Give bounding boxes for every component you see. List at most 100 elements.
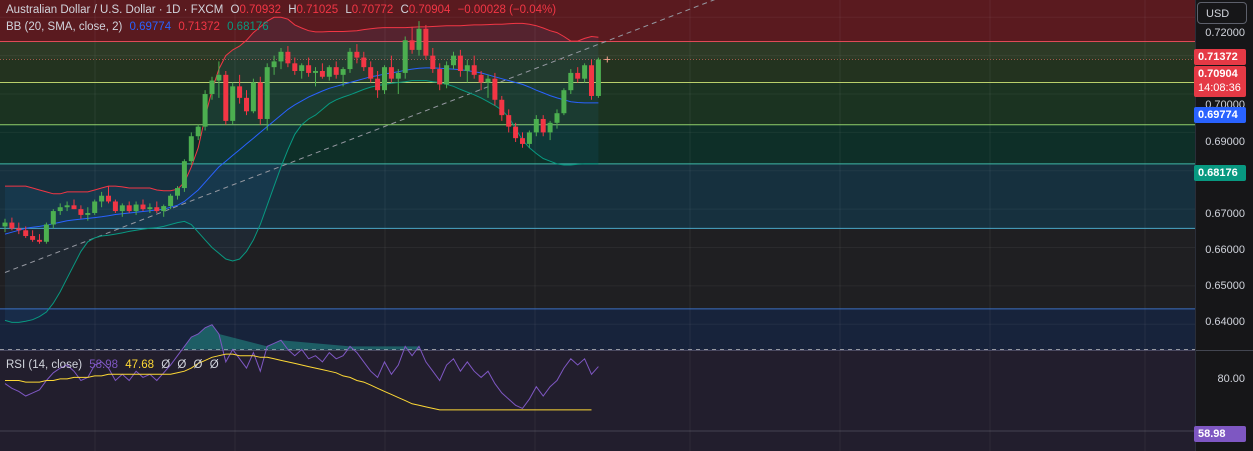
candle-body [2,222,8,227]
ohlc-low: L0.70772 [345,4,394,16]
candle-body [382,67,387,91]
candle-body [71,205,77,210]
last-price-value: 0.70904 [1198,68,1238,80]
candle-body [333,67,339,75]
candle-body [237,86,243,98]
candle-body [471,65,477,75]
candle-body [30,236,36,240]
candle-body [57,207,63,212]
candle-body [478,74,484,83]
candle-body [64,205,70,208]
candle [223,70,229,125]
candle-body [313,70,318,73]
candle-body [388,67,394,79]
candle-body [520,138,525,144]
candle [112,199,118,213]
ohlc-open: O0.70932 [230,4,282,16]
candle [382,65,387,95]
candle [589,59,594,100]
bb-upper-tag: 0.71372 [1194,49,1246,65]
candle-body [264,67,270,119]
candle-body [347,51,353,70]
candle-body [216,74,222,81]
ohlc-high: H0.71025 [288,4,339,16]
candle-body [306,65,312,73]
candle-body [568,72,574,91]
candle-body [78,209,84,215]
candle [402,36,408,79]
candle-body [423,28,429,56]
candle [181,159,187,192]
candle-body [319,70,325,77]
ohlc-close: C0.70904 [400,4,451,16]
candle-body [16,228,22,231]
candle-body [540,118,546,133]
candle-body [209,80,215,95]
candle-body [299,65,305,71]
candle [595,57,601,98]
candle-body [271,61,277,68]
candle-body [278,51,284,62]
candle-body [106,195,111,202]
candle-body [250,82,256,112]
rsi-legend[interactable]: RSI (14, close) 58.98 47.68 Ø Ø Ø Ø [6,359,223,371]
symbol-legend[interactable]: Australian Dollar / U.S. Dollar · 1D · F… [6,4,560,16]
candle-countdown: 14:08:36 [1198,82,1241,94]
candle-body [230,86,236,121]
candle-body [499,99,505,116]
candle-body [575,72,581,79]
currency-button[interactable]: USD [1197,2,1247,24]
price-zone [0,228,1195,309]
bb-basis-value: 0.69774 [129,21,172,33]
candle-body [154,207,160,212]
candle-body [161,206,167,212]
last-price-tag: 0.70904 14:08:36 [1194,66,1246,97]
candle-body [188,136,194,162]
candle-body [409,40,415,50]
price-change: −0.00028 (−0.04%) [457,4,557,16]
candle [257,76,263,125]
candle-body [175,188,180,196]
price-chart[interactable] [0,0,1253,451]
rsi-ma-value: 47.68 [125,359,155,371]
candle-body [589,65,594,96]
candle-body [9,222,15,229]
bb-legend[interactable]: BB (20, SMA, close, 2) 0.69774 0.71372 0… [6,21,273,33]
candle-body [375,78,381,91]
price-axis-label: 0.66000 [1205,244,1245,256]
candle-body [595,59,601,96]
candle-body [43,224,49,242]
price-axis-label: 0.67000 [1205,208,1245,220]
rsi-axis-label: 80.00 [1217,373,1245,385]
candle-body [451,55,456,66]
rsi-tag: 58.98 [1194,426,1246,442]
rsi-extra-3: Ø [193,359,203,371]
price-axis-label: 0.64000 [1205,316,1245,328]
candle-body [147,207,153,210]
price-zone [0,308,1195,350]
candle-body [368,67,374,79]
candle [43,222,49,244]
candle-body [561,90,567,114]
candle-body [85,212,91,215]
candle [188,132,194,166]
candle-body [119,205,125,212]
candle-body [126,205,132,212]
candle-body [582,65,588,79]
candle-body [181,161,187,189]
symbol-title: Australian Dollar / U.S. Dollar · 1D · F… [6,4,224,16]
candle-body [257,82,263,119]
candle-body [112,201,118,212]
bb-label: BB (20, SMA, close, 2) [6,21,123,33]
candle [230,82,236,125]
candle-body [402,40,408,73]
candle-body [395,72,401,79]
price-axis-label: 0.72000 [1205,27,1245,39]
candle-body [285,51,291,64]
bb-lower-value: 0.68176 [227,21,269,33]
candle-body [430,55,436,70]
rsi-extra-4: Ø [209,359,219,371]
tradingview-chart: Australian Dollar / U.S. Dollar · 1D · F… [0,0,1253,451]
candle [561,88,567,116]
candle-body [444,65,450,85]
